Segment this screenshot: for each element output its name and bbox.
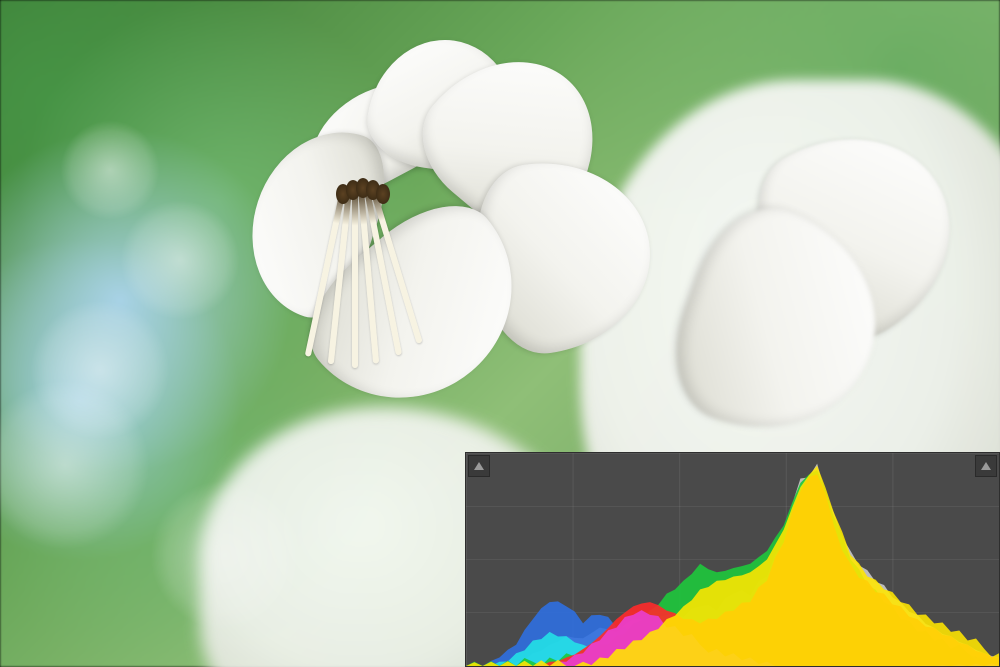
anther [376, 184, 390, 204]
triangle-up-icon [980, 460, 992, 472]
triangle-up-icon [473, 460, 485, 472]
bokeh-circle [60, 120, 160, 220]
stamen-cluster [340, 190, 341, 191]
shadow-clipping-toggle[interactable] [468, 455, 490, 477]
highlight-clipping-toggle[interactable] [975, 455, 997, 477]
histogram-chart [466, 453, 999, 666]
stamen [352, 190, 358, 368]
histogram-panel [465, 452, 1000, 667]
image-preview [0, 0, 1000, 667]
bokeh-circle [120, 200, 240, 320]
